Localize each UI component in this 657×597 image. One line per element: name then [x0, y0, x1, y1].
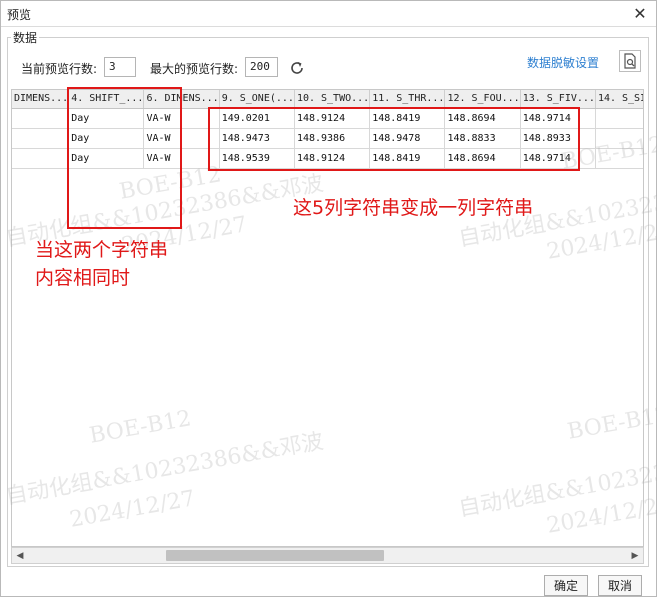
table-cell[interactable]: Day: [68, 108, 145, 129]
data-group-label: 数据: [11, 29, 40, 46]
table-cell[interactable]: VA-W: [143, 148, 220, 169]
table-cell[interactable]: 148.9539: [219, 148, 295, 169]
table-cell[interactable]: 148.9714: [520, 108, 596, 129]
table-cell[interactable]: [595, 108, 643, 129]
column-header[interactable]: 14. S_SI: [595, 90, 643, 109]
table-cell[interactable]: VA-W: [143, 108, 220, 129]
data-mask-settings-link[interactable]: 数据脱敏设置: [527, 54, 599, 71]
data-preview-table: DIMENS... 4. SHIFT_... 6. DIMENS... 9. S…: [11, 89, 644, 547]
table-cell[interactable]: [12, 128, 70, 149]
column-header[interactable]: 6. DIMENS...: [143, 90, 220, 109]
current-rows-field[interactable]: 3: [104, 57, 136, 77]
table-cell[interactable]: 148.8694: [444, 108, 521, 129]
table-row[interactable]: Day VA-W 148.9473 148.9386 148.9478 148.…: [12, 128, 643, 149]
table-cell[interactable]: 148.9714: [520, 148, 596, 169]
table-cell[interactable]: 148.8933: [520, 128, 596, 149]
table-cell[interactable]: 148.8694: [444, 148, 521, 169]
table-cell[interactable]: 148.9124: [294, 108, 371, 129]
table-cell[interactable]: [12, 148, 70, 169]
column-header[interactable]: 13. S_FIV...: [520, 90, 596, 109]
max-rows-field[interactable]: 200: [245, 57, 278, 77]
document-search-icon: [624, 53, 636, 69]
table-cell[interactable]: 148.9386: [294, 128, 371, 149]
table-cell[interactable]: [595, 148, 643, 169]
table-cell[interactable]: 149.0201: [219, 108, 295, 129]
table-row[interactable]: Day VA-W 149.0201 148.9124 148.8419 148.…: [12, 108, 643, 129]
title-bar: 预览 ✕: [1, 1, 656, 27]
column-header[interactable]: 10. S_TWO...: [294, 90, 371, 109]
cancel-button[interactable]: 取消: [598, 575, 642, 596]
table-cell[interactable]: 148.9478: [369, 128, 446, 149]
current-rows-label: 当前预览行数:: [21, 62, 98, 76]
scroll-right-icon[interactable]: ▶: [627, 548, 643, 563]
table-cell[interactable]: 148.8419: [369, 108, 446, 129]
table-cell[interactable]: VA-W: [143, 128, 220, 149]
column-header[interactable]: 11. S_THR...: [369, 90, 446, 109]
column-header[interactable]: 12. S_FOU...: [444, 90, 521, 109]
table-header-row: DIMENS... 4. SHIFT_... 6. DIMENS... 9. S…: [12, 90, 643, 109]
preview-dialog: 预览 ✕ 数据 当前预览行数: 3 最大的预览行数: 200 数据脱敏设置 DI…: [0, 0, 657, 597]
table-cell[interactable]: 148.9124: [294, 148, 371, 169]
horizontal-scrollbar[interactable]: ◀ ▶: [11, 547, 644, 564]
preview-file-button[interactable]: [619, 50, 641, 72]
table-cell[interactable]: Day: [68, 128, 145, 149]
table-cell[interactable]: 148.8833: [444, 128, 521, 149]
max-rows-label: 最大的预览行数:: [150, 62, 239, 76]
scroll-left-icon[interactable]: ◀: [12, 548, 28, 563]
table-row[interactable]: Day VA-W 148.9539 148.9124 148.8419 148.…: [12, 148, 643, 169]
table-cell[interactable]: [595, 128, 643, 149]
table-cell[interactable]: Day: [68, 148, 145, 169]
dialog-title: 预览: [7, 8, 32, 22]
scrollbar-thumb[interactable]: [166, 550, 384, 561]
ok-button[interactable]: 确定: [544, 575, 588, 596]
table-cell[interactable]: [12, 108, 70, 129]
column-header[interactable]: DIMENS...: [12, 90, 70, 109]
column-header[interactable]: 4. SHIFT_...: [68, 90, 145, 109]
column-header[interactable]: 9. S_ONE(...: [219, 90, 295, 109]
refresh-icon[interactable]: [287, 58, 307, 78]
close-icon[interactable]: ✕: [630, 3, 650, 23]
table-cell[interactable]: 148.8419: [369, 148, 446, 169]
table-cell[interactable]: 148.9473: [219, 128, 295, 149]
